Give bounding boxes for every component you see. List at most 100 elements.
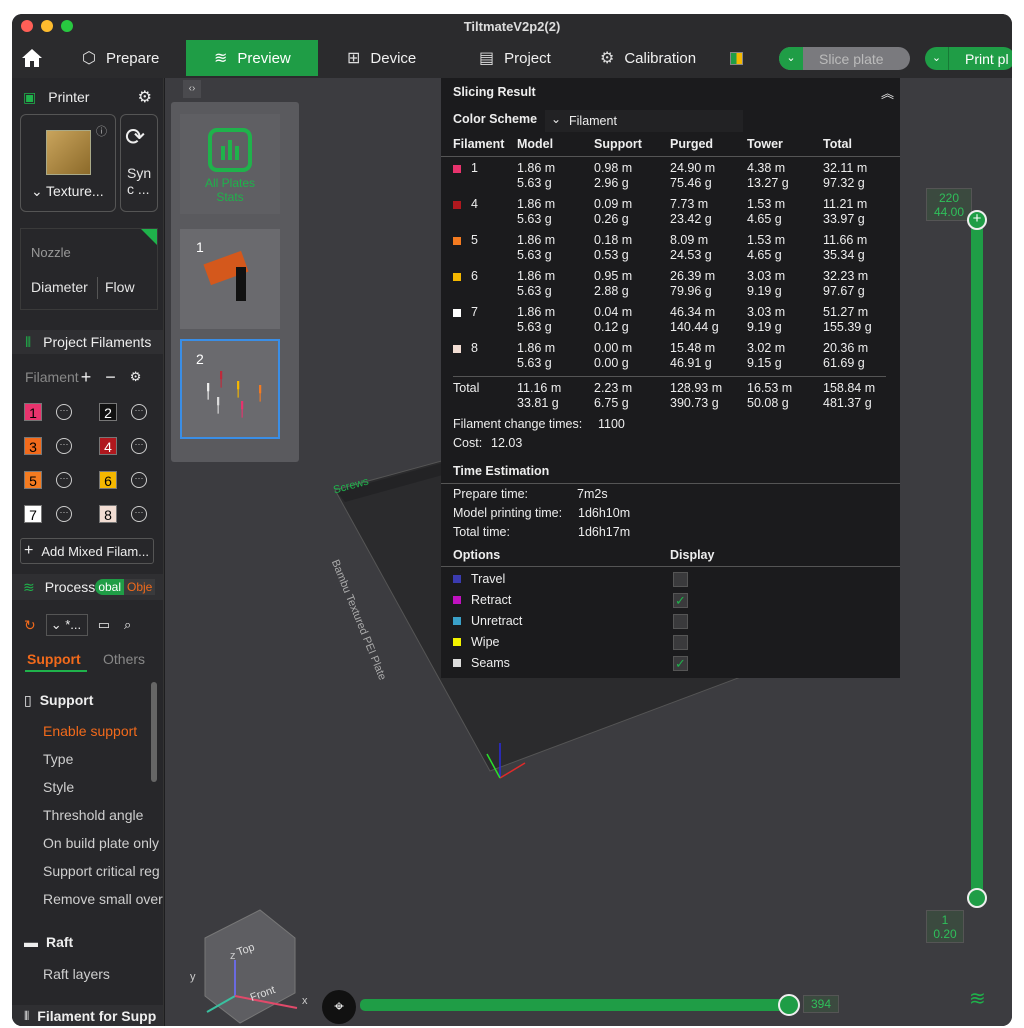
filament-swatch-2[interactable]: 2 xyxy=(99,403,117,421)
column-header: Tower xyxy=(747,137,783,151)
display-checkbox[interactable] xyxy=(673,635,688,650)
reset-icon[interactable]: ↻ xyxy=(24,617,36,634)
color-scheme-dropdown[interactable]: ⌄ Filament xyxy=(545,110,743,132)
model-time-label: Model printing time: xyxy=(453,506,563,520)
raft-layers-option[interactable]: Raft layers xyxy=(43,966,110,982)
filament-swatch-1[interactable]: 1 xyxy=(24,403,42,421)
print-plate-button[interactable]: ⌄ Print pl xyxy=(925,47,1012,70)
plate-type-selector[interactable]: ⓘ ⌄ Texture... xyxy=(20,114,116,212)
home-button[interactable] xyxy=(21,40,45,76)
filament-swatch-3[interactable]: 3 xyxy=(24,437,42,455)
sync-button[interactable]: ⟳ Syn c ... xyxy=(120,114,158,212)
table-cell: 5.63 g xyxy=(517,248,552,262)
filament-more-icon[interactable]: ··· xyxy=(56,472,72,488)
top-layer-value: 220 xyxy=(938,191,960,205)
info-icon[interactable]: ⓘ xyxy=(96,123,107,139)
table-cell: 2.96 g xyxy=(594,176,629,190)
maximize-window-button[interactable] xyxy=(61,20,73,32)
move-slider[interactable] xyxy=(360,994,800,1016)
filament-swatch-8[interactable]: 8 xyxy=(99,505,117,523)
filament-more-icon[interactable]: ··· xyxy=(56,506,72,522)
stats-label: Stats xyxy=(216,190,244,204)
save-icon[interactable]: ▭ xyxy=(98,617,110,633)
multi-color-button[interactable] xyxy=(730,40,746,76)
total-label: Total xyxy=(453,381,480,395)
bottom-layer-handle[interactable] xyxy=(967,888,987,908)
slice-plate-button[interactable]: ⌄ Slice plate xyxy=(779,47,910,70)
plate-list: All Plates Stats 1 2 ╿ ╿ ╿ ╿ ╿ ╿ xyxy=(171,102,299,462)
table-row: 5 1.86 m 5.63 g 0.18 m 0.53 g 8.09 m 24.53 g 1.… xyxy=(441,232,900,268)
support-option[interactable]: Type xyxy=(43,751,73,767)
support-group-header: ▯ Support xyxy=(12,690,163,710)
filament-more-icon[interactable]: ··· xyxy=(56,438,72,454)
collapse-panel-icon[interactable]: ︽ xyxy=(881,83,894,102)
plate-thumbnail-2[interactable]: 2 ╿ ╿ ╿ ╿ ╿ ╿ xyxy=(180,339,280,439)
minimize-window-button[interactable] xyxy=(41,20,53,32)
filament-settings-icon[interactable]: ⚙ xyxy=(130,369,142,385)
add-mixed-filament-button[interactable]: + Add Mixed Filam... xyxy=(12,538,163,564)
home-icon xyxy=(22,49,42,67)
tab-support[interactable]: Support xyxy=(27,651,81,667)
support-option[interactable]: Support critical reg xyxy=(43,863,160,879)
filament-swatch-7[interactable]: 7 xyxy=(24,505,42,523)
slice-dropdown-icon[interactable]: ⌄ xyxy=(779,47,803,70)
add-filament-icon[interactable]: + xyxy=(81,367,92,388)
table-cell: 1.53 m xyxy=(747,233,786,247)
table-cell: 4.65 g xyxy=(747,248,782,262)
collapse-sidebar-icon[interactable]: ‹› xyxy=(183,80,201,98)
layer-range-slider[interactable]: + xyxy=(967,210,987,908)
tab-preview[interactable]: ≋ Preview xyxy=(186,40,318,76)
preset-dropdown[interactable]: ⌄ *... xyxy=(45,614,88,636)
layers-toggle-icon[interactable]: ≋ xyxy=(969,986,986,1011)
plate-thumbnail-1[interactable]: 1 xyxy=(180,229,280,329)
plate-2-model: ╿ xyxy=(204,383,213,399)
top-layer-handle-plus-icon[interactable]: + xyxy=(967,210,987,230)
print-dropdown-icon[interactable]: ⌄ xyxy=(925,47,949,70)
total-cell: 33.81 g xyxy=(517,396,559,410)
filament-more-icon[interactable]: ··· xyxy=(131,472,147,488)
table-cell: 33.97 g xyxy=(823,212,865,226)
move-slider-handle[interactable] xyxy=(778,994,800,1016)
tab-others[interactable]: Others xyxy=(103,651,145,667)
filament-more-icon[interactable]: ··· xyxy=(56,404,72,420)
viewport-3d[interactable]: Screws Bambu Textured PEI Plate Top Fron… xyxy=(165,78,1012,1026)
sidebar-scrollbar[interactable] xyxy=(151,682,157,782)
filament-toolbar: Filament + − ⚙ xyxy=(12,366,163,388)
tab-device[interactable]: ⊞ Device xyxy=(347,40,447,76)
tab-calibration[interactable]: ⚙ Calibration xyxy=(600,40,720,76)
filament-more-icon[interactable]: ··· xyxy=(131,506,147,522)
model-time-value: 1d6h10m xyxy=(578,506,631,520)
remove-filament-icon[interactable]: − xyxy=(105,367,116,388)
tab-prepare[interactable]: ⬡ Prepare xyxy=(82,40,192,76)
tab-project[interactable]: ▤ Project xyxy=(479,40,579,76)
global-toggle[interactable]: obal xyxy=(95,579,124,595)
display-checkbox[interactable] xyxy=(673,572,688,587)
plate-2-model: ╿ xyxy=(234,381,243,397)
display-checkbox[interactable]: ✓ xyxy=(673,593,688,608)
title-bar: TiltmateV2p2(2) xyxy=(12,14,1012,40)
slicing-result-title: Slicing Result xyxy=(453,85,536,99)
cost-label: Cost: xyxy=(453,436,483,450)
table-cell: 35.34 g xyxy=(823,248,865,262)
support-option[interactable]: Enable support xyxy=(43,723,137,739)
support-option[interactable]: Style xyxy=(43,779,74,795)
close-window-button[interactable] xyxy=(21,20,33,32)
objects-toggle[interactable]: Obje xyxy=(124,579,156,595)
search-icon[interactable]: ⌕ xyxy=(124,617,131,633)
support-option[interactable]: On build plate only xyxy=(43,835,159,851)
display-checkbox[interactable] xyxy=(673,614,688,629)
filament-more-icon[interactable]: ··· xyxy=(131,404,147,420)
display-checkbox[interactable]: ✓ xyxy=(673,656,688,671)
filament-swatch-5[interactable]: 5 xyxy=(24,471,42,489)
bottom-height-value: 0.20 xyxy=(933,927,957,941)
all-plates-stats-button[interactable]: All Plates Stats xyxy=(180,114,280,214)
filament-more-icon[interactable]: ··· xyxy=(131,438,147,454)
support-option[interactable]: Threshold angle xyxy=(43,807,143,823)
filament-swatch-4[interactable]: 4 xyxy=(99,437,117,455)
tab-device-label: Device xyxy=(370,49,417,67)
support-option[interactable]: Remove small over xyxy=(43,891,163,907)
printer-settings-gear-icon[interactable]: ⚙ xyxy=(138,87,152,107)
auto-view-icon[interactable]: ⌖ xyxy=(322,990,356,1024)
filament-swatch-6[interactable]: 6 xyxy=(99,471,117,489)
option-label: Retract xyxy=(471,593,512,607)
